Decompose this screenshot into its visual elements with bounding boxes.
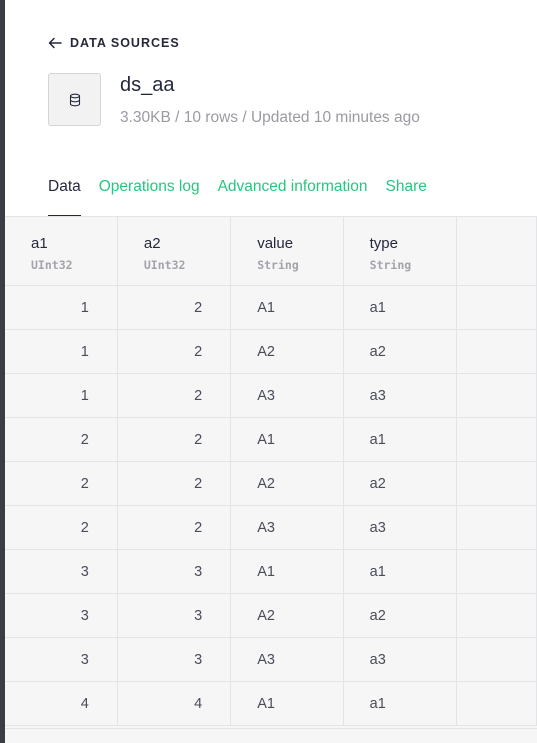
column-header-value[interactable]: value String: [230, 217, 344, 286]
tab-data[interactable]: Data: [48, 178, 81, 217]
table-cell[interactable]: a2: [343, 593, 457, 638]
back-link-label: DATA SOURCES: [70, 36, 180, 50]
column-header-a2[interactable]: a2 UInt32: [117, 217, 232, 286]
table-row: 1 2 A1 a1: [5, 285, 537, 330]
table-cell-empty: [456, 593, 537, 638]
table-cell[interactable]: 2: [117, 505, 232, 550]
table-cell[interactable]: 2: [117, 329, 232, 374]
column-name: type: [369, 235, 398, 252]
column-type: UInt32: [31, 258, 73, 272]
column-name: value: [257, 235, 294, 252]
table-cell[interactable]: 3: [117, 593, 232, 638]
table-cell-empty: [456, 417, 537, 462]
table-cell[interactable]: a1: [343, 681, 457, 726]
table-cell-empty: [456, 373, 537, 418]
table-cell[interactable]: 2: [117, 417, 232, 462]
back-to-data-sources-link[interactable]: DATA SOURCES: [48, 36, 180, 50]
table-cell[interactable]: A1: [230, 285, 344, 330]
column-header-type[interactable]: type String: [343, 217, 457, 286]
datasource-name: ds_aa: [120, 74, 175, 96]
table-row: 3 3 A3 a3: [5, 637, 537, 682]
datasource-meta: 3.30KB / 10 rows / Updated 10 minutes ag…: [120, 109, 420, 126]
data-table-container[interactable]: a1 UInt32 a2 UInt32 value String type St…: [5, 217, 537, 743]
tab-bar: Data Operations log Advanced information…: [48, 178, 445, 217]
column-header-a1[interactable]: a1 UInt32: [5, 217, 118, 286]
tab-share[interactable]: Share: [385, 178, 426, 216]
table-row: 1 2 A3 a3: [5, 373, 537, 418]
database-icon: [69, 93, 80, 106]
table-cell[interactable]: 1: [5, 329, 118, 374]
table-cell[interactable]: A2: [230, 593, 344, 638]
table-cell-empty: [456, 329, 537, 374]
table-row: 4 4 A1 a1: [5, 681, 537, 726]
table-cell[interactable]: 2: [117, 461, 232, 506]
tab-advanced-information[interactable]: Advanced information: [218, 178, 368, 216]
table-cell-empty: [456, 637, 537, 682]
column-type: String: [257, 258, 299, 272]
table-cell-empty: [456, 461, 537, 506]
table-cell[interactable]: 2: [5, 417, 118, 462]
column-header-empty: [456, 217, 537, 286]
table-horizontal-scrollbar[interactable]: [5, 728, 537, 743]
table-cell[interactable]: 3: [5, 593, 118, 638]
table-cell[interactable]: A1: [230, 681, 344, 726]
table-cell[interactable]: 3: [117, 637, 232, 682]
table-row: 3 3 A1 a1: [5, 549, 537, 594]
table-cell[interactable]: A3: [230, 373, 344, 418]
table-cell[interactable]: a1: [343, 285, 457, 330]
table-cell[interactable]: A2: [230, 461, 344, 506]
table-cell-empty: [456, 505, 537, 550]
table-cell[interactable]: 2: [117, 285, 232, 330]
table-row: 3 3 A2 a2: [5, 593, 537, 638]
table-cell[interactable]: A2: [230, 329, 344, 374]
table-cell[interactable]: 3: [5, 549, 118, 594]
table-cell[interactable]: A3: [230, 505, 344, 550]
table-cell[interactable]: 3: [117, 549, 232, 594]
table-cell[interactable]: a3: [343, 373, 457, 418]
table-row: 2 2 A3 a3: [5, 505, 537, 550]
table-cell[interactable]: A3: [230, 637, 344, 682]
table-cell[interactable]: 3: [5, 637, 118, 682]
table-cell[interactable]: 1: [5, 285, 118, 330]
table-cell[interactable]: a3: [343, 637, 457, 682]
table-cell[interactable]: A1: [230, 417, 344, 462]
table-cell[interactable]: 4: [5, 681, 118, 726]
column-name: a1: [31, 235, 48, 252]
table-cell-empty: [456, 549, 537, 594]
datasource-panel: DATA SOURCES ds_aa 3.30KB / 10 rows / Up…: [5, 0, 537, 743]
column-type: UInt32: [143, 258, 186, 272]
table-cell[interactable]: a1: [343, 549, 457, 594]
table-row: 2 2 A1 a1: [5, 417, 537, 462]
arrow-left-icon: [48, 37, 62, 49]
table-cell[interactable]: 4: [117, 681, 232, 726]
tab-operations-log[interactable]: Operations log: [99, 178, 200, 216]
table-header-row: a1 UInt32 a2 UInt32 value String type St…: [5, 217, 537, 286]
table-cell[interactable]: 2: [117, 373, 232, 418]
table-cell-empty: [456, 285, 537, 330]
table-cell[interactable]: 1: [5, 373, 118, 418]
table-cell[interactable]: 2: [5, 461, 118, 506]
column-name: a2: [143, 235, 161, 252]
table-cell[interactable]: a3: [343, 505, 457, 550]
column-type: String: [369, 258, 412, 272]
datasource-icon-box: [48, 73, 101, 126]
data-table: a1 UInt32 a2 UInt32 value String type St…: [5, 217, 537, 726]
table-cell[interactable]: A1: [230, 549, 344, 594]
table-cell[interactable]: a1: [343, 417, 457, 462]
table-row: 1 2 A2 a2: [5, 329, 537, 374]
table-row: 2 2 A2 a2: [5, 461, 537, 506]
table-cell[interactable]: a2: [343, 461, 457, 506]
table-cell[interactable]: 2: [5, 505, 118, 550]
table-cell[interactable]: a2: [343, 329, 457, 374]
table-cell-empty: [456, 681, 537, 726]
